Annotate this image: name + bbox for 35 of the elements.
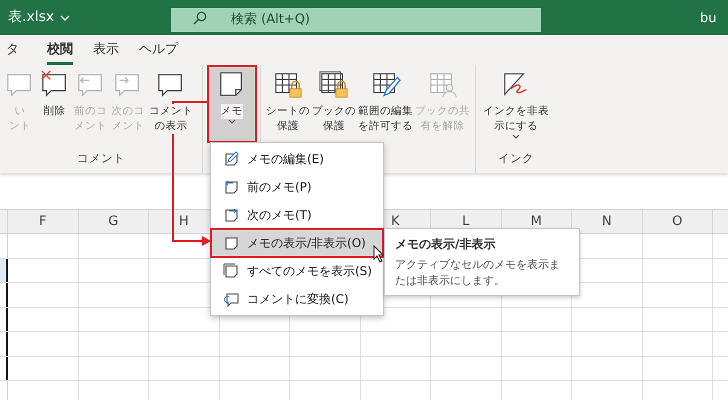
ribbon-button[interactable]: 削除: [38, 67, 70, 141]
convert-comment-icon: [223, 291, 239, 307]
memo-button[interactable]: メモ: [208, 67, 254, 141]
tooltip-title: メモの表示/非表示: [395, 236, 496, 253]
ribbon-button[interactable]: シートの 保護: [265, 67, 311, 141]
menu-item[interactable]: コメントに変換(C): [211, 285, 383, 313]
user-name: bu: [700, 10, 716, 28]
ribbon-button[interactable]: インクを非表 示にする: [482, 67, 550, 141]
ribbon-button[interactable]: 範囲の編集 を許可する: [357, 67, 414, 141]
group-label: インク: [497, 150, 535, 167]
file-name: 表.xlsx: [8, 8, 54, 27]
menu-item[interactable]: すべてのメモを表示(S): [211, 257, 383, 285]
search-icon: [193, 11, 207, 25]
grid-lock-icon: [273, 70, 303, 100]
ribbon-tab[interactable]: 表示: [93, 35, 119, 65]
ribbon-button[interactable]: コメント の表示: [148, 67, 194, 141]
next-note-icon: [223, 207, 239, 223]
search-field[interactable]: 検索 (Alt+Q): [171, 8, 541, 32]
group-label: コメント: [76, 150, 126, 167]
ribbon-button[interactable]: ブックの 保護: [311, 67, 357, 141]
column-header[interactable]: G: [78, 210, 149, 233]
column-header[interactable]: O: [642, 210, 713, 233]
grid-lock-icon: [319, 70, 349, 100]
menu-item[interactable]: メモの表示/非表示(O): [211, 229, 383, 257]
grid-person-icon: [428, 70, 458, 100]
notes-icon: [223, 263, 239, 279]
note-pencil-icon: [223, 151, 239, 167]
menu-item[interactable]: 前のメモ(P): [211, 173, 383, 201]
tooltip-text: アクティブなセルのメモを表示または非表示にします。: [395, 257, 561, 289]
column-header[interactable]: F: [8, 210, 78, 233]
menu-item[interactable]: メモの編集(E): [211, 145, 383, 173]
ribbon-tab[interactable]: タ: [6, 35, 19, 65]
previous-note-icon: [223, 179, 239, 195]
chevron-down-icon: [60, 14, 70, 20]
ribbon-tab[interactable]: ヘルプ: [139, 35, 178, 65]
